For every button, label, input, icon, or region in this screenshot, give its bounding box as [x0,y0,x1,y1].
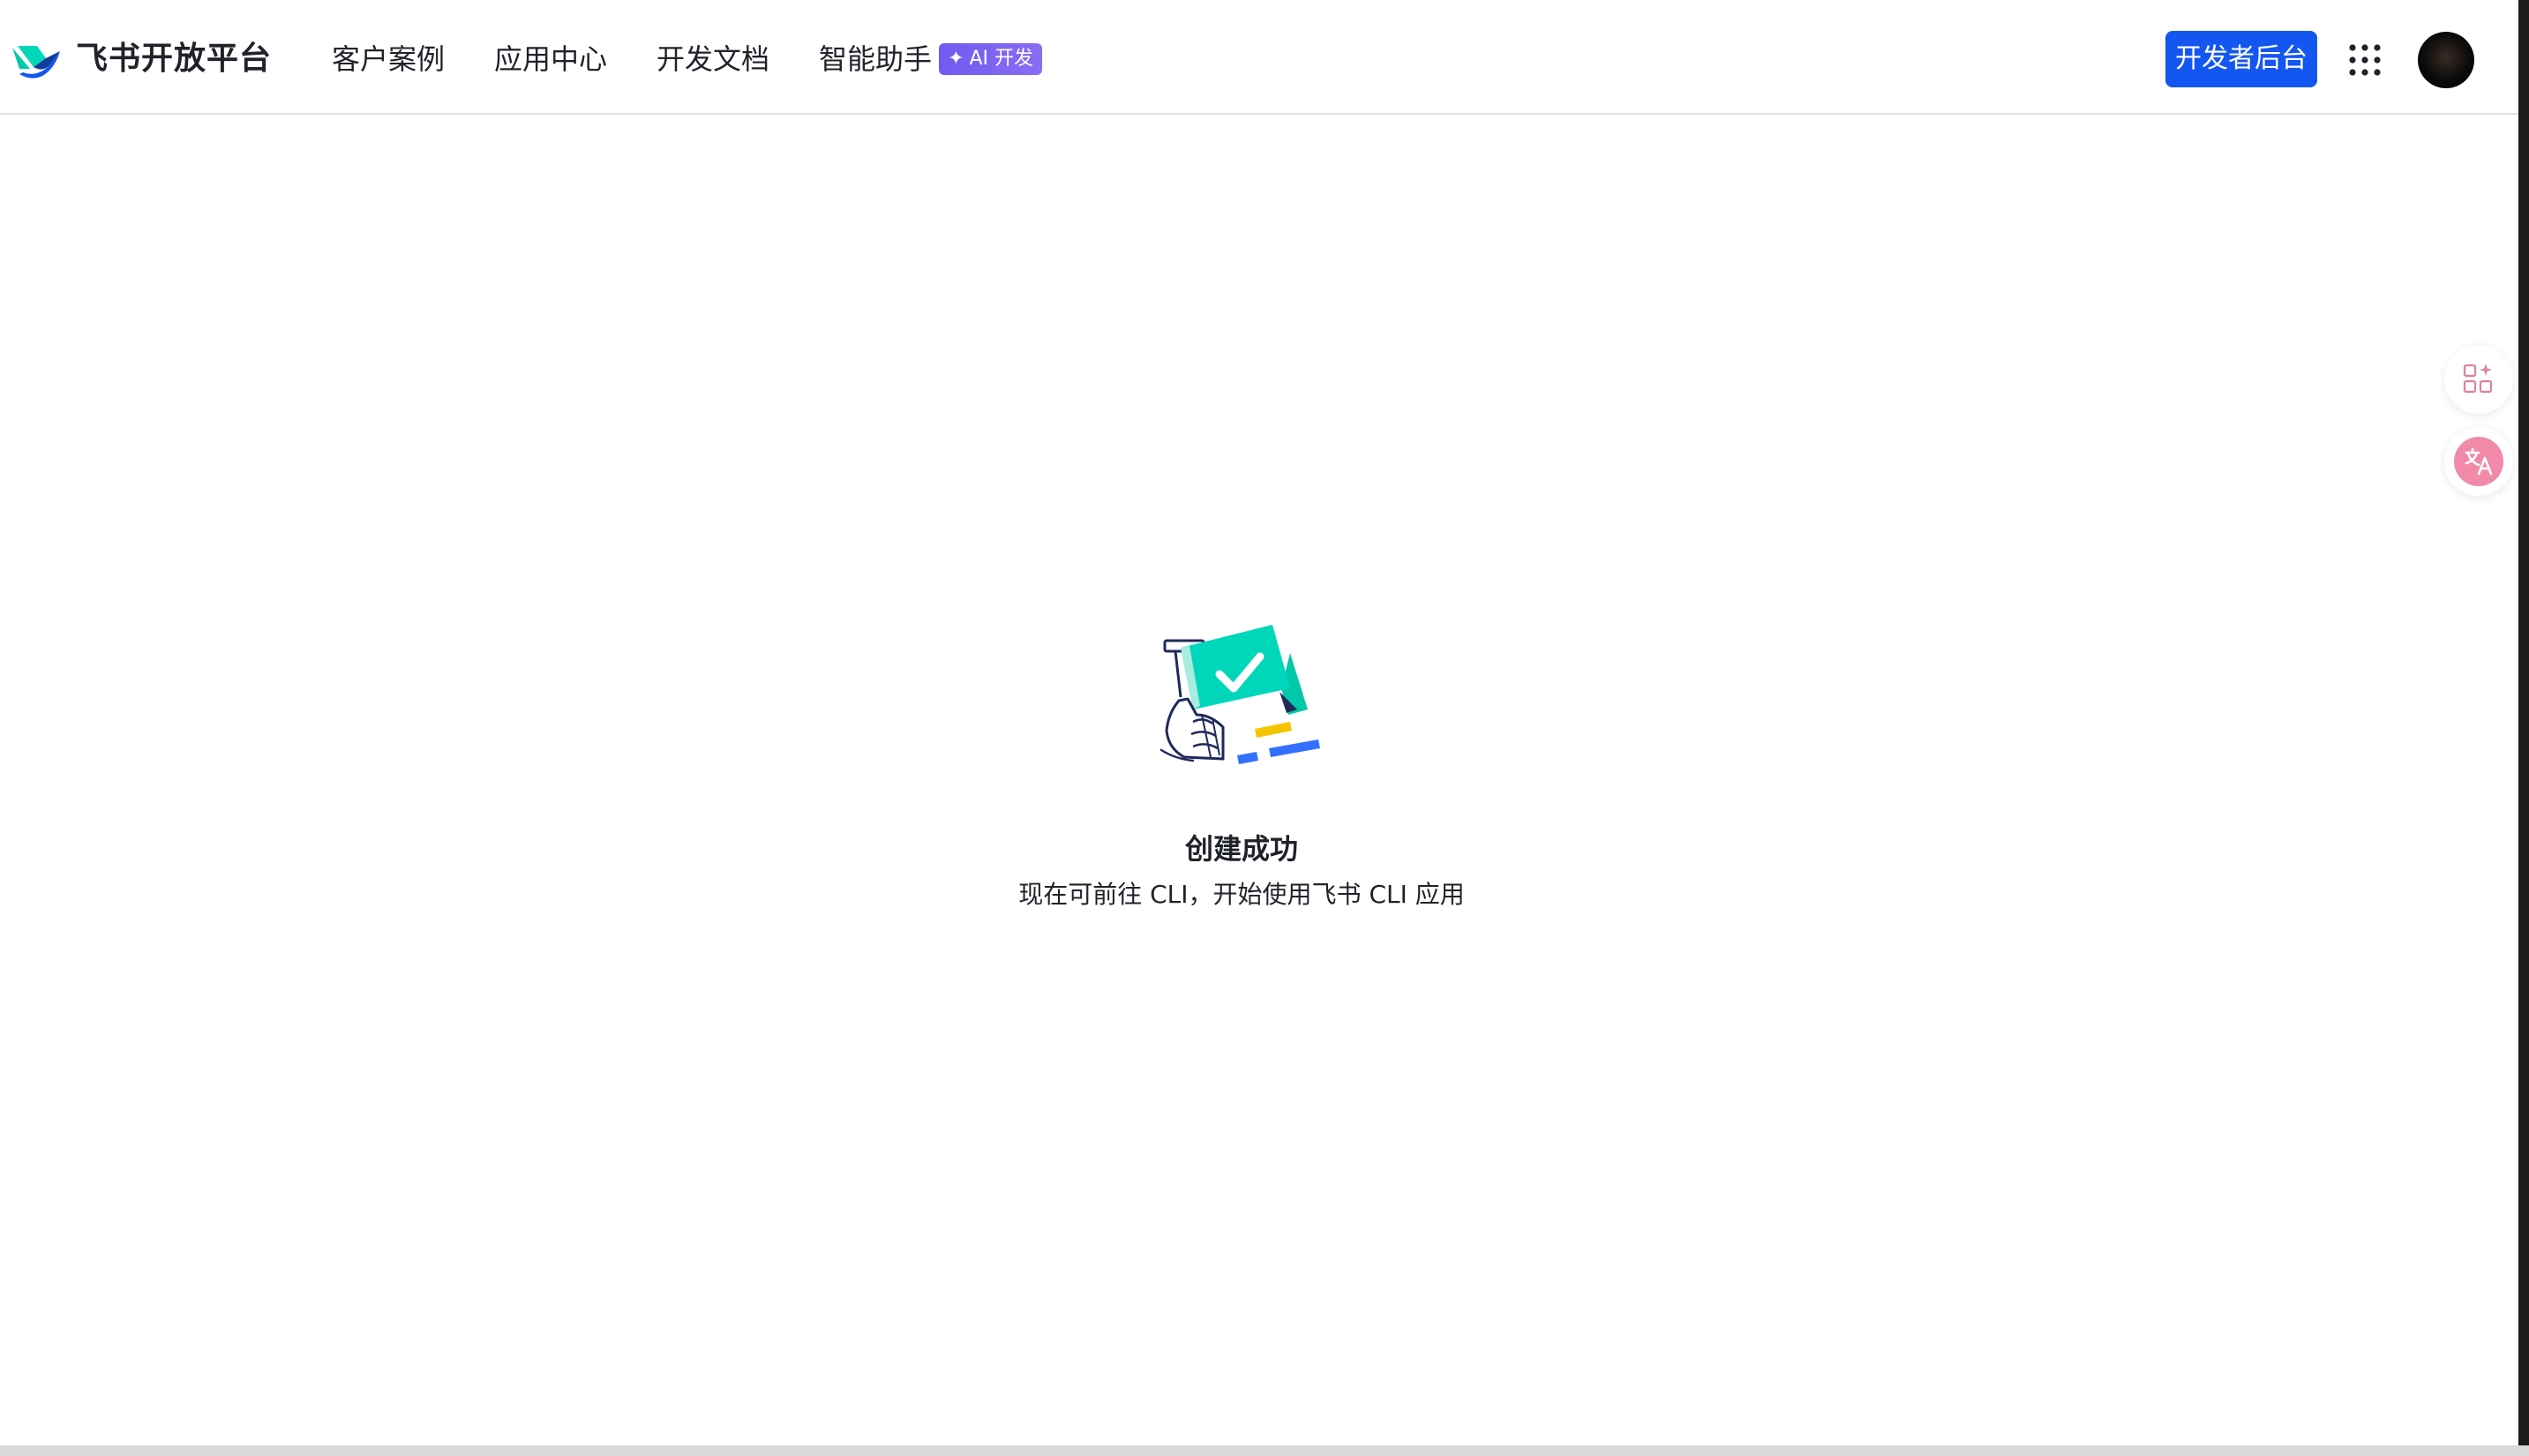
create-success-panel: 创建成功 现在可前往 CLI，开始使用飞书 CLI 应用 [0,618,2483,912]
nav-item-customer-cases[interactable]: 客户案例 [332,39,445,79]
result-description: 现在可前往 CLI，开始使用飞书 CLI 应用 [1018,880,1465,909]
nav-item-label: 智能助手 [819,42,933,76]
translate-float-button[interactable] [2444,427,2513,496]
developer-console-button[interactable]: 开发者后台 [2165,31,2317,87]
nav-item-label: 应用中心 [494,42,608,76]
ai-apps-icon [2463,364,2493,394]
nav-item-dev-docs[interactable]: 开发文档 [657,39,769,79]
grid-dots-icon[interactable] [2347,42,2383,78]
feishu-logo-icon [12,46,60,79]
nav-item-smart-assistant[interactable]: 智能助手 ✦ AI 开发 [819,39,1043,79]
page: 飞书开放平台 客户案例 应用中心 开发文档 智能助手 ✦ AI 开发 开发者后台 [0,0,2529,1456]
ai-tools-float-button[interactable] [2444,345,2513,414]
sparkle-icon: ✦ [948,48,964,70]
translate-icon [2454,437,2503,486]
ai-dev-badge: ✦ AI 开发 [939,43,1043,75]
main-nav: 客户案例 应用中心 开发文档 智能助手 ✦ AI 开发 [332,39,1043,79]
brand-name: 飞书开放平台 [76,41,273,77]
top-nav-bar: 飞书开放平台 客户案例 应用中心 开发文档 智能助手 ✦ AI 开发 开发者后台 [0,0,2518,115]
brand-logo-link[interactable]: 飞书开放平台 [11,39,272,79]
window-edge-bottom [0,1445,2529,1456]
user-avatar[interactable] [2418,32,2474,88]
nav-item-app-center[interactable]: 应用中心 [494,39,607,79]
window-edge-right [2518,0,2529,1456]
ai-dev-badge-label: AI 开发 [969,48,1034,70]
nav-item-label: 开发文档 [657,42,770,76]
nav-item-label: 客户案例 [332,42,446,76]
success-checkmark-illustration [1159,625,1320,764]
result-title: 创建成功 [1184,832,1298,866]
